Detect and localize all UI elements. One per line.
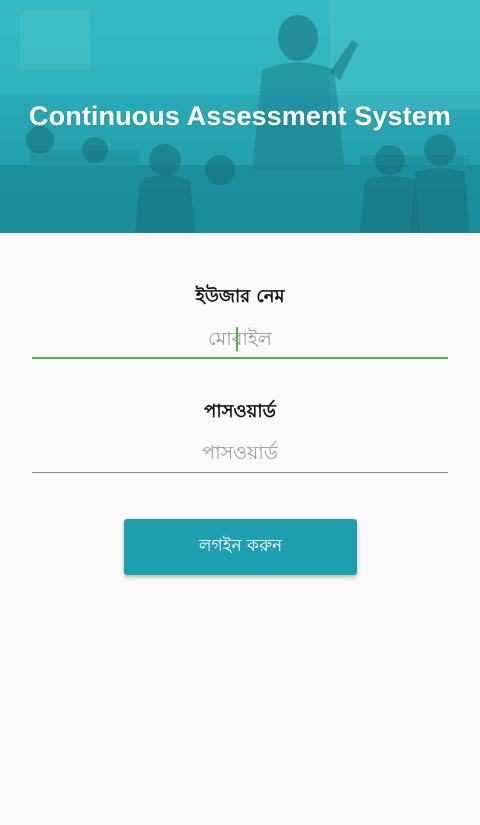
username-field-wrapper: [32, 319, 448, 359]
username-input[interactable]: [32, 319, 448, 359]
password-underline: [32, 472, 448, 473]
text-cursor: [236, 327, 238, 351]
username-underline: [32, 357, 448, 359]
password-label: পাসওয়ার্ড: [204, 401, 276, 422]
password-field-wrapper: [32, 433, 448, 473]
app-title: Continuous Assessment System: [29, 101, 451, 131]
header-banner: Continuous Assessment System: [0, 0, 480, 233]
username-label: ইউজার নেম: [195, 286, 285, 307]
login-button[interactable]: লগইন করুন: [124, 519, 357, 575]
password-input[interactable]: [32, 433, 448, 473]
